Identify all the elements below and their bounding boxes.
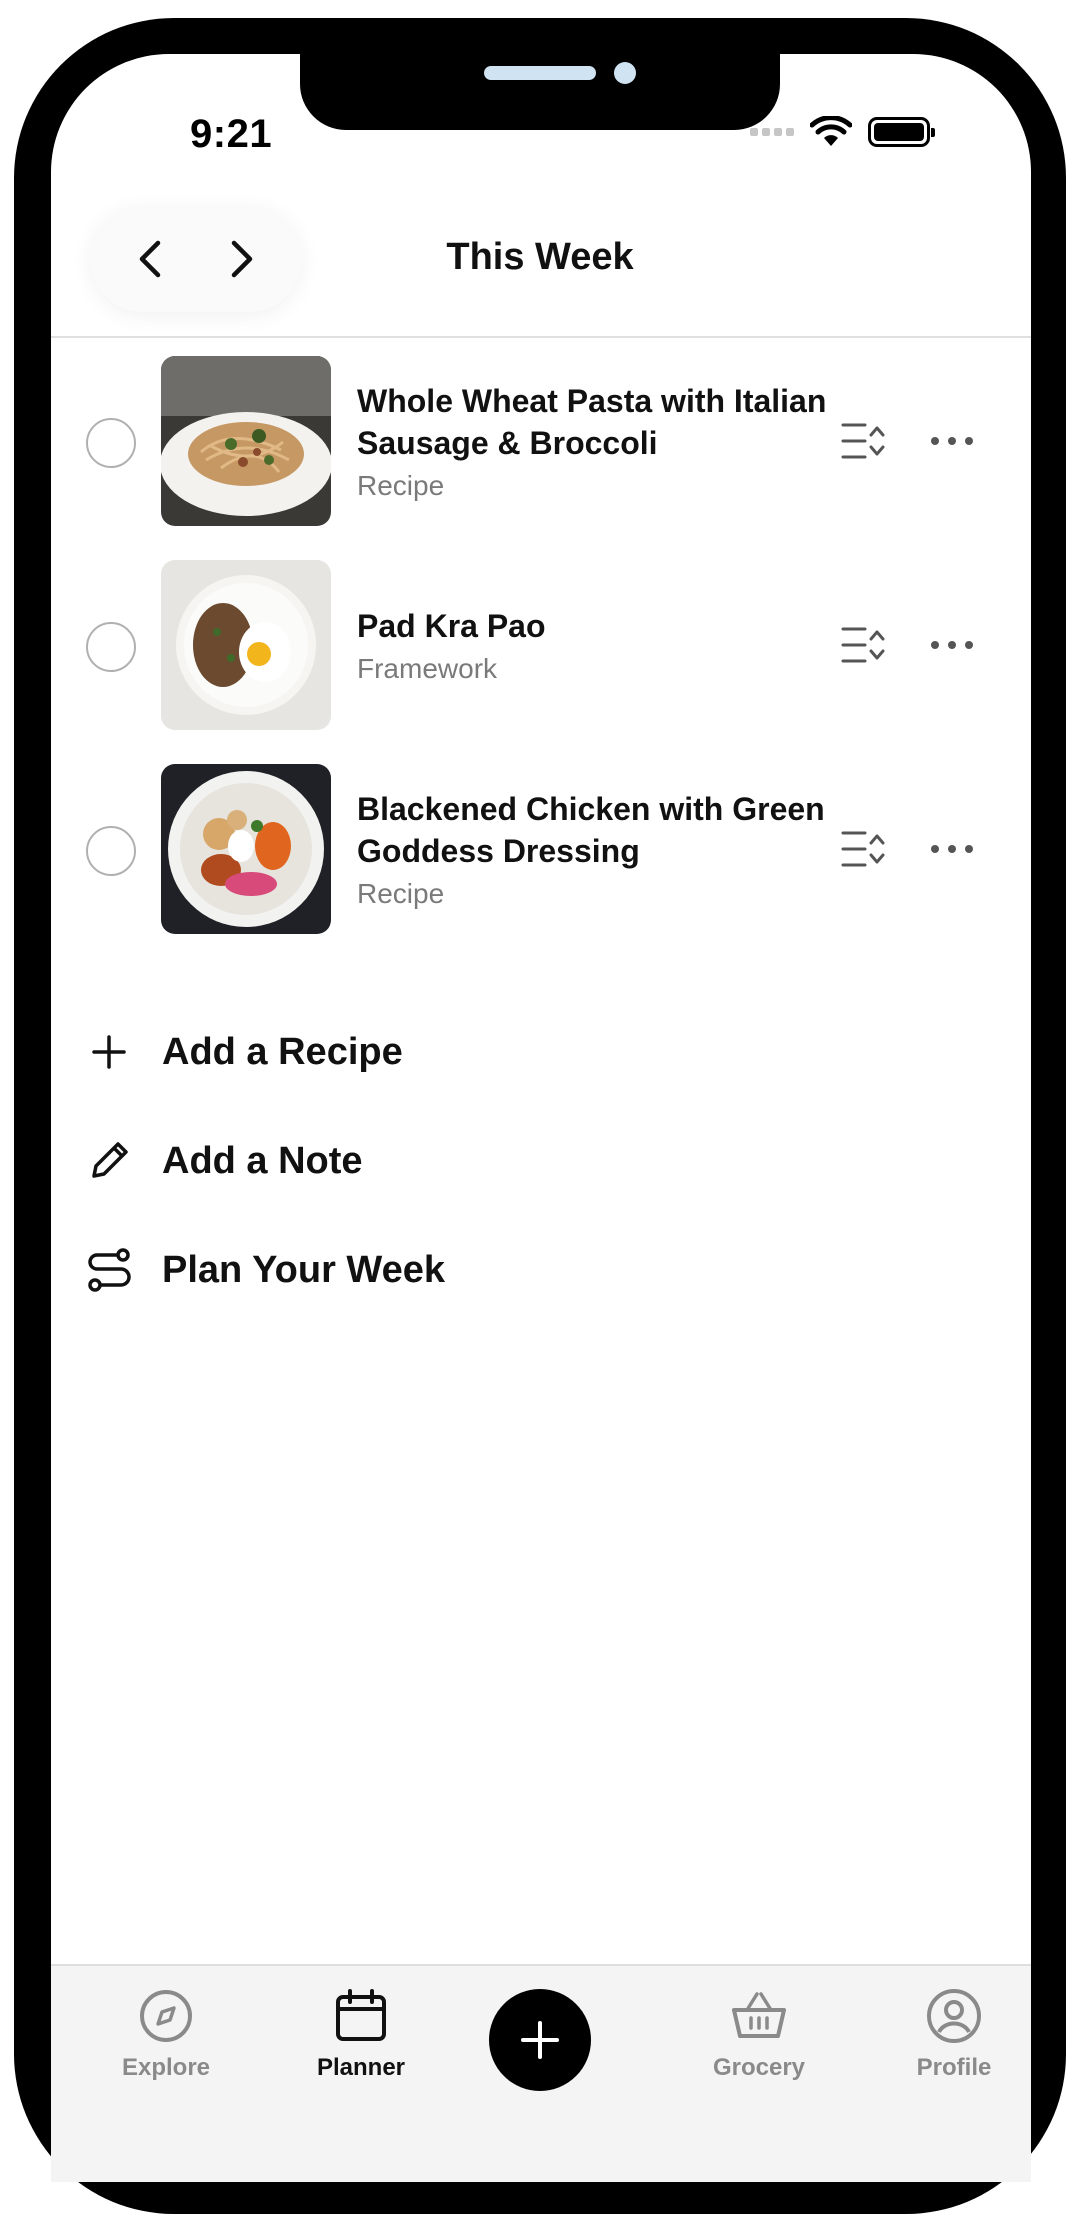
compass-icon — [138, 1988, 194, 2044]
status-icons — [750, 116, 935, 148]
add-note-button[interactable]: Add a Note — [86, 1131, 363, 1191]
tab-planner[interactable]: Planner — [291, 1988, 431, 2082]
add-recipe-label: Add a Recipe — [162, 1030, 403, 1073]
meal-type: Recipe — [357, 470, 445, 501]
plan-your-week-label: Plan Your Week — [162, 1248, 445, 1291]
meal-text: Pad Kra Pao Framework — [357, 560, 837, 730]
meal-text: Blackened Chicken with Green Goddess Dre… — [357, 764, 837, 934]
tab-profile[interactable]: Profile — [884, 1988, 1024, 2082]
user-circle-icon — [926, 1988, 982, 2044]
meal-thumbnail — [161, 560, 331, 730]
front-camera — [614, 62, 636, 84]
more-options-icon[interactable] — [931, 426, 973, 456]
cellular-signal-icon — [750, 128, 794, 136]
speaker-grille — [484, 66, 596, 80]
route-icon — [86, 1247, 132, 1293]
tab-planner-label: Planner — [316, 2054, 406, 2081]
header-divider — [51, 336, 1031, 338]
meal-checkbox[interactable] — [86, 418, 136, 468]
basket-icon — [731, 1988, 787, 2044]
more-options-icon[interactable] — [931, 630, 973, 660]
plus-icon — [521, 2021, 559, 2059]
meal-type: Framework — [357, 653, 498, 684]
status-time: 9:21 — [190, 112, 273, 156]
meal-title: Blackened Chicken with Green Goddess Dre… — [357, 791, 825, 869]
add-note-label: Add a Note — [162, 1139, 363, 1182]
tab-grocery-label: Grocery — [712, 2054, 806, 2081]
meal-item[interactable]: Pad Kra Pao Framework — [51, 560, 1031, 732]
tab-grocery[interactable]: Grocery — [689, 1988, 829, 2082]
plan-your-week-button[interactable]: Plan Your Week — [86, 1240, 445, 1300]
page-title: This Week — [446, 236, 634, 278]
meal-item[interactable]: Blackened Chicken with Green Goddess Dre… — [51, 764, 1031, 936]
plus-icon — [86, 1029, 132, 1075]
reorder-icon[interactable] — [841, 827, 887, 871]
meal-type: Recipe — [357, 878, 445, 909]
meal-title: Whole Wheat Pasta with Italian Sausage &… — [357, 383, 827, 461]
tab-explore-label: Explore — [121, 2054, 211, 2081]
add-button[interactable] — [489, 1989, 591, 2091]
battery-icon — [868, 117, 935, 147]
pencil-icon — [86, 1138, 132, 1184]
meal-text: Whole Wheat Pasta with Italian Sausage &… — [357, 356, 837, 526]
tab-explore[interactable]: Explore — [96, 1988, 236, 2082]
meal-checkbox[interactable] — [86, 826, 136, 876]
reorder-icon[interactable] — [841, 419, 887, 463]
add-recipe-button[interactable]: Add a Recipe — [86, 1022, 403, 1082]
meal-thumbnail — [161, 356, 331, 526]
calendar-icon — [333, 1988, 389, 2044]
tab-profile-label: Profile — [916, 2054, 992, 2081]
device-notch — [300, 54, 780, 130]
wifi-icon — [810, 116, 852, 146]
meal-thumbnail — [161, 764, 331, 934]
more-options-icon[interactable] — [931, 834, 973, 864]
bottom-tab-bar: Explore Planner Grocery Profile — [51, 1964, 1031, 2182]
meal-title: Pad Kra Pao — [357, 608, 546, 644]
meal-checkbox[interactable] — [86, 622, 136, 672]
reorder-icon[interactable] — [841, 623, 887, 667]
meal-item[interactable]: Whole Wheat Pasta with Italian Sausage &… — [51, 356, 1031, 528]
